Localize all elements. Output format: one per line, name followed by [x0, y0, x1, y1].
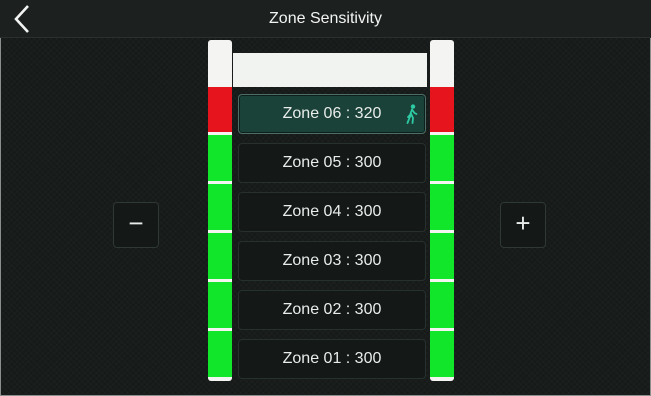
- level-segment-zone-06: [208, 87, 232, 132]
- minus-icon: −: [128, 208, 144, 238]
- walking-person-icon: [406, 104, 418, 124]
- zone-06-button[interactable]: Zone 06 : 320: [238, 94, 426, 134]
- level-segment-zone-03: [208, 233, 232, 279]
- level-segment-zone-04: [430, 184, 454, 230]
- level-segment-zone-02: [430, 282, 454, 328]
- level-segment-zone-01: [208, 331, 232, 377]
- zone-05-button[interactable]: Zone 05 : 300: [238, 143, 426, 183]
- level-segment-zone-05: [430, 135, 454, 181]
- zone-label: Zone 05 : 300: [282, 154, 382, 171]
- zone-04-button[interactable]: Zone 04 : 300: [238, 192, 426, 232]
- zone-label: Zone 01 : 300: [282, 350, 382, 367]
- page-title: Zone Sensitivity: [269, 10, 382, 27]
- level-segment-zone-06: [430, 87, 454, 132]
- level-segment-zone-05: [208, 135, 232, 181]
- left-level-bar: [208, 40, 232, 381]
- level-segment-zone-02: [208, 282, 232, 328]
- zone-03-button[interactable]: Zone 03 : 300: [238, 241, 426, 281]
- decrease-sensitivity-button[interactable]: −: [113, 202, 159, 248]
- title-bar: Zone Sensitivity: [0, 0, 651, 38]
- level-cap: [233, 53, 427, 87]
- zone-02-button[interactable]: Zone 02 : 300: [238, 290, 426, 330]
- zone-01-button[interactable]: Zone 01 : 300: [238, 339, 426, 379]
- level-segment-zone-01: [430, 331, 454, 377]
- level-segment-zone-04: [208, 184, 232, 230]
- right-level-bar: [430, 40, 454, 381]
- plus-icon: +: [515, 208, 531, 238]
- zone-label: Zone 04 : 300: [282, 203, 382, 220]
- zone-label: Zone 03 : 300: [282, 252, 382, 269]
- increase-sensitivity-button[interactable]: +: [500, 202, 546, 248]
- zone-label: Zone 06 : 320: [282, 105, 382, 122]
- level-segment-zone-03: [430, 233, 454, 279]
- zone-label: Zone 02 : 300: [282, 301, 382, 318]
